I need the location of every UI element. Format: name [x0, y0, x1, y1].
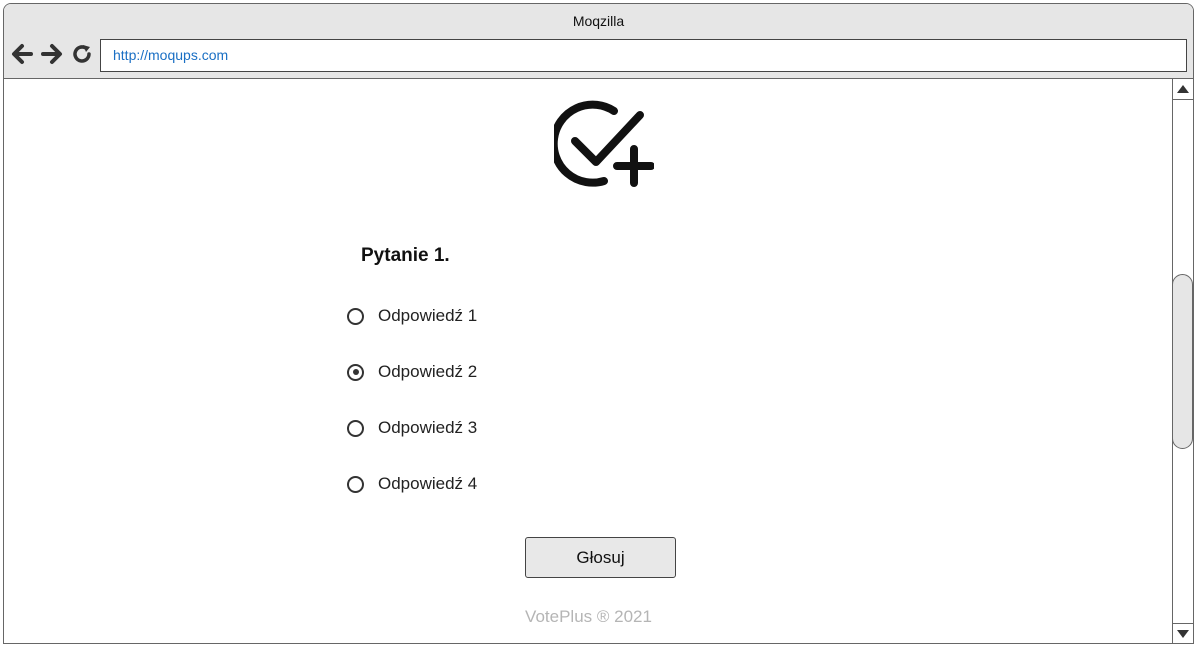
question-title: Pytanie 1.: [361, 245, 450, 266]
window-title: Moqzilla: [572, 13, 625, 29]
reload-button[interactable]: [70, 42, 94, 66]
reload-icon: [73, 45, 91, 63]
back-button[interactable]: [10, 42, 34, 66]
answer-option-4[interactable]: Odpowiedź 4: [347, 472, 477, 496]
answer-option-2[interactable]: Odpowiedź 2: [347, 360, 477, 384]
forward-button[interactable]: [40, 42, 64, 66]
answer-option-3[interactable]: Odpowiedź 3: [347, 416, 477, 440]
scroll-up-button[interactable]: [1173, 79, 1193, 100]
answer-label: Odpowiedź 2: [378, 362, 478, 381]
address-bar[interactable]: http://moqups.com: [100, 39, 1187, 72]
footer-copyright: VotePlus ® 2021: [525, 607, 652, 626]
check-circle-plus-icon: [554, 100, 654, 187]
vertical-scrollbar[interactable]: [1172, 79, 1193, 643]
answer-label: Odpowiedź 3: [378, 418, 478, 437]
page-content: Pytanie 1. Odpowiedź 1 Odpowiedź 2 Odpow…: [4, 79, 1173, 643]
vote-button[interactable]: Głosuj: [525, 537, 676, 578]
scroll-down-button[interactable]: [1173, 623, 1193, 643]
answer-label: Odpowiedź 4: [378, 474, 478, 493]
arrow-right-icon: [41, 44, 62, 64]
radio-button[interactable]: [347, 419, 364, 437]
radio-button[interactable]: [347, 475, 364, 493]
arrow-left-icon: [12, 44, 33, 64]
radio-button[interactable]: [347, 307, 364, 325]
answer-label: Odpowiedź 1: [378, 306, 478, 325]
scroll-thumb[interactable]: [1172, 274, 1193, 449]
triangle-down-icon: [1177, 630, 1189, 638]
triangle-up-icon: [1177, 85, 1189, 93]
browser-window: Moqzilla http://moqups.com Pytanie 1. Od…: [3, 3, 1194, 644]
browser-chrome: Moqzilla http://moqups.com: [4, 4, 1193, 79]
answer-option-1[interactable]: Odpowiedź 1: [347, 304, 477, 328]
radio-button-selected[interactable]: [347, 363, 364, 381]
